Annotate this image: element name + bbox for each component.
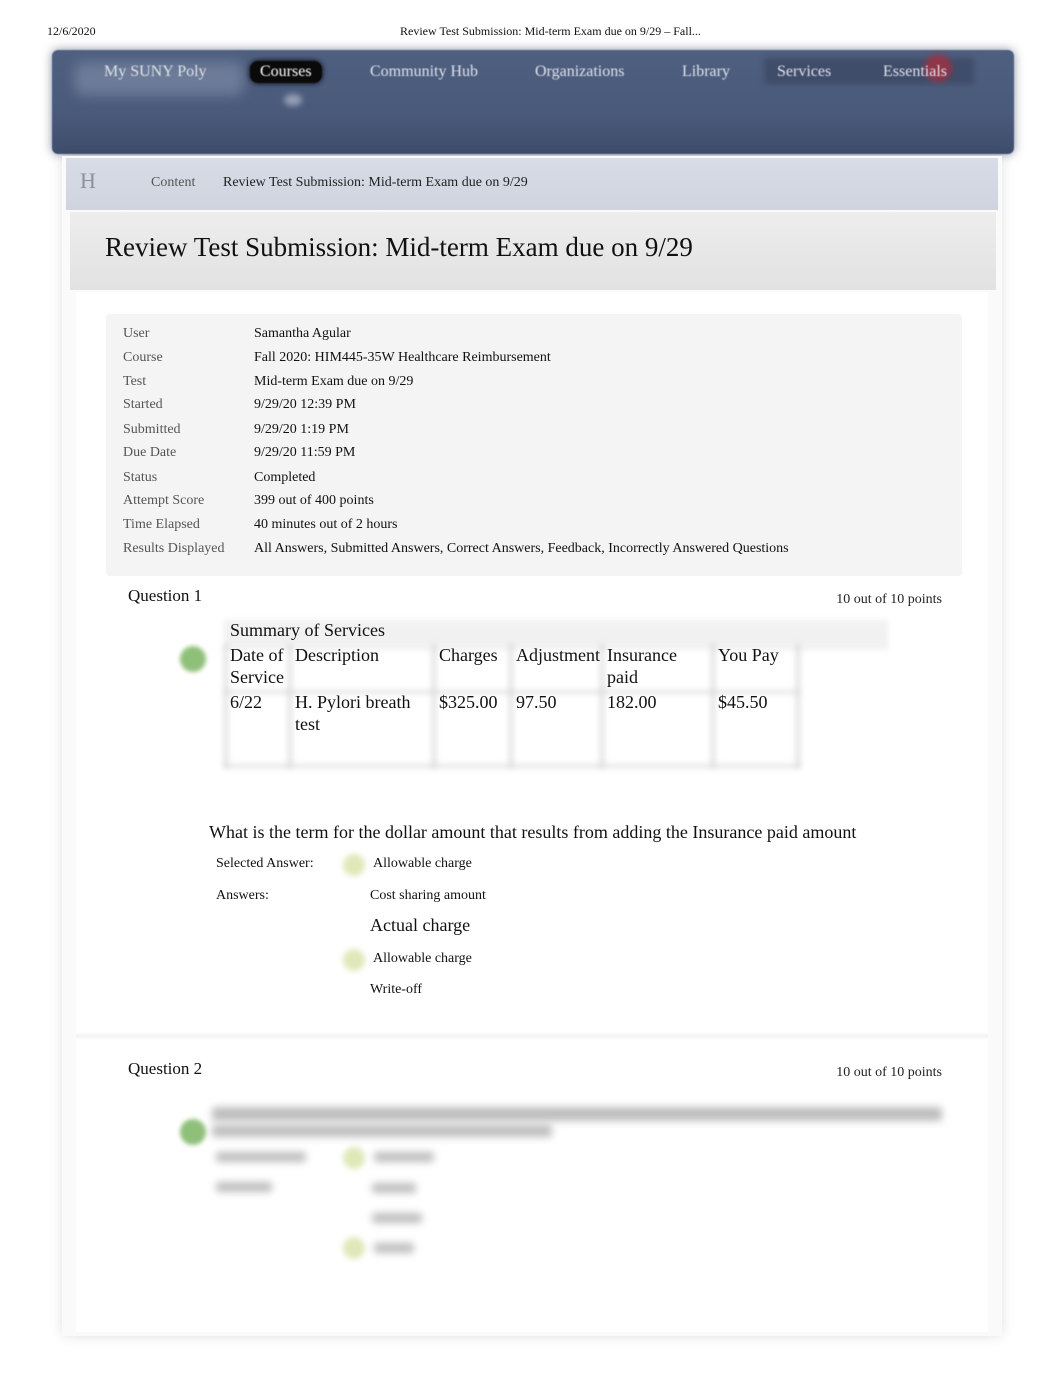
table-header-cell: Charges xyxy=(439,645,498,665)
selected-answer-label-blurred xyxy=(216,1152,306,1162)
header-line: Insurance xyxy=(607,645,677,665)
answers-label-blurred xyxy=(216,1182,272,1192)
question-1: Question 1 10 out of 10 points Summary o… xyxy=(76,584,988,1024)
cell-line: test xyxy=(295,714,320,734)
print-title: Review Test Submission: Mid-term Exam du… xyxy=(400,24,701,38)
info-label: Started xyxy=(123,397,163,412)
breadcrumb-item-content[interactable]: Content xyxy=(151,175,195,191)
question-2: Question 2 10 out of 10 points xyxy=(76,1057,988,1327)
correct-check-icon xyxy=(180,1119,206,1145)
table-gridline xyxy=(224,764,800,768)
table-header-cell: Insurance paid xyxy=(607,644,677,688)
header-line: Service xyxy=(230,667,284,687)
answer-option: Cost sharing amount xyxy=(370,888,486,903)
info-label: Time Elapsed xyxy=(123,517,200,532)
header-line: paid xyxy=(607,667,638,687)
nav-item-organizations[interactable]: Organizations xyxy=(535,63,624,81)
correct-answer-marker-icon xyxy=(343,854,365,876)
table-header-cell: Adjustment xyxy=(516,645,600,665)
info-label: Course xyxy=(123,350,163,365)
table-caption: Summary of Services xyxy=(230,620,385,640)
info-label: User xyxy=(123,326,150,341)
info-value: 40 minutes out of 2 hours xyxy=(254,517,398,532)
table-gridline xyxy=(288,644,292,768)
table-gridline xyxy=(600,644,604,768)
nav-item-courses[interactable]: Courses xyxy=(250,61,322,83)
table-header-cell: Date of Service xyxy=(230,644,284,688)
info-value: All Answers, Submitted Answers, Correct … xyxy=(254,541,789,556)
answer-option: Actual charge xyxy=(370,915,471,935)
question-text: What is the term for the dollar amount t… xyxy=(209,822,857,842)
print-date: 12/6/2020 xyxy=(47,24,96,38)
content-panel: User Samantha Agular Course Fall 2020: H… xyxy=(76,292,988,1332)
nav-item-services[interactable]: Services xyxy=(777,63,831,81)
selected-answer-blurred xyxy=(374,1152,434,1162)
table-gridline xyxy=(509,644,513,768)
info-value: Mid-term Exam due on 9/29 xyxy=(254,374,414,389)
nav-item-my-suny-poly[interactable]: My SUNY Poly xyxy=(104,63,207,81)
question-text-blurred xyxy=(212,1125,552,1137)
table-gridline xyxy=(796,644,800,768)
question-text-blurred xyxy=(212,1107,942,1121)
correct-answer-marker-icon xyxy=(343,1147,365,1169)
selected-answer-value: Allowable charge xyxy=(373,856,472,871)
top-navigation-bar: My SUNY Poly Courses Community Hub Organ… xyxy=(52,50,1014,154)
nav-item-essentials[interactable]: Essentials xyxy=(883,63,947,81)
table-cell: H. Pylori breath test xyxy=(295,691,410,735)
title-band: Review Test Submission: Mid-term Exam du… xyxy=(70,212,996,290)
table-cell: 97.50 xyxy=(516,692,557,712)
info-value: 399 out of 400 points xyxy=(254,493,374,508)
nav-item-library[interactable]: Library xyxy=(682,63,730,81)
table-header-cell: You Pay xyxy=(718,645,779,665)
info-label: Attempt Score xyxy=(123,493,205,508)
info-value: 9/29/20 12:39 PM xyxy=(254,397,356,412)
cell-line: H. Pylori breath xyxy=(295,692,411,712)
info-value: Samantha Agular xyxy=(254,326,351,341)
answer-option-blurred xyxy=(372,1213,422,1223)
print-header: 12/6/2020 Review Test Submission: Mid-te… xyxy=(0,24,1062,42)
breadcrumb: H Content Review Test Submission: Mid-te… xyxy=(66,158,998,210)
answer-option-blurred xyxy=(374,1243,414,1253)
question-title: Question 2 xyxy=(128,1059,203,1078)
page-title: Review Test Submission: Mid-term Exam du… xyxy=(105,232,693,262)
table-cell: 6/22 xyxy=(230,692,263,712)
info-value: Fall 2020: HIM445-35W Healthcare Reimbur… xyxy=(254,350,551,365)
submission-info-box: User Samantha Agular Course Fall 2020: H… xyxy=(106,314,962,576)
answer-option-blurred xyxy=(372,1183,416,1193)
info-label: Status xyxy=(123,470,158,485)
info-value: Completed xyxy=(254,470,316,485)
selected-answer-label: Selected Answer: xyxy=(216,856,314,871)
correct-answer-marker-icon xyxy=(343,949,365,971)
table-header-cell: Description xyxy=(295,645,379,665)
home-icon[interactable]: H xyxy=(80,168,96,194)
correct-check-icon xyxy=(180,646,206,672)
question-points: 10 out of 10 points xyxy=(836,592,942,607)
answers-label: Answers: xyxy=(216,888,269,903)
info-value: 9/29/20 1:19 PM xyxy=(254,422,349,437)
info-label: Results Displayed xyxy=(123,541,225,556)
info-label: Test xyxy=(123,374,147,389)
question-title: Question 1 xyxy=(128,586,203,605)
answer-option: Write-off xyxy=(370,982,423,997)
info-value: 9/29/20 11:59 PM xyxy=(254,445,356,460)
header-line: Date of xyxy=(230,645,284,665)
table-gridline xyxy=(711,644,715,768)
table-cell: $45.50 xyxy=(718,692,768,712)
question-points: 10 out of 10 points xyxy=(836,1065,942,1080)
table-gridline xyxy=(432,644,436,768)
table-gridline xyxy=(224,644,228,768)
info-label: Submitted xyxy=(123,422,181,437)
breadcrumb-item-current: Review Test Submission: Mid-term Exam du… xyxy=(223,175,528,190)
answer-option-correct: Allowable charge xyxy=(373,951,472,966)
question-divider xyxy=(76,1032,988,1040)
active-indicator-icon xyxy=(284,94,302,106)
table-cell: 182.00 xyxy=(607,692,657,712)
nav-item-community-hub[interactable]: Community Hub xyxy=(370,63,478,81)
correct-answer-marker-icon xyxy=(343,1237,365,1259)
info-label: Due Date xyxy=(123,445,177,460)
table-cell: $325.00 xyxy=(439,692,498,712)
